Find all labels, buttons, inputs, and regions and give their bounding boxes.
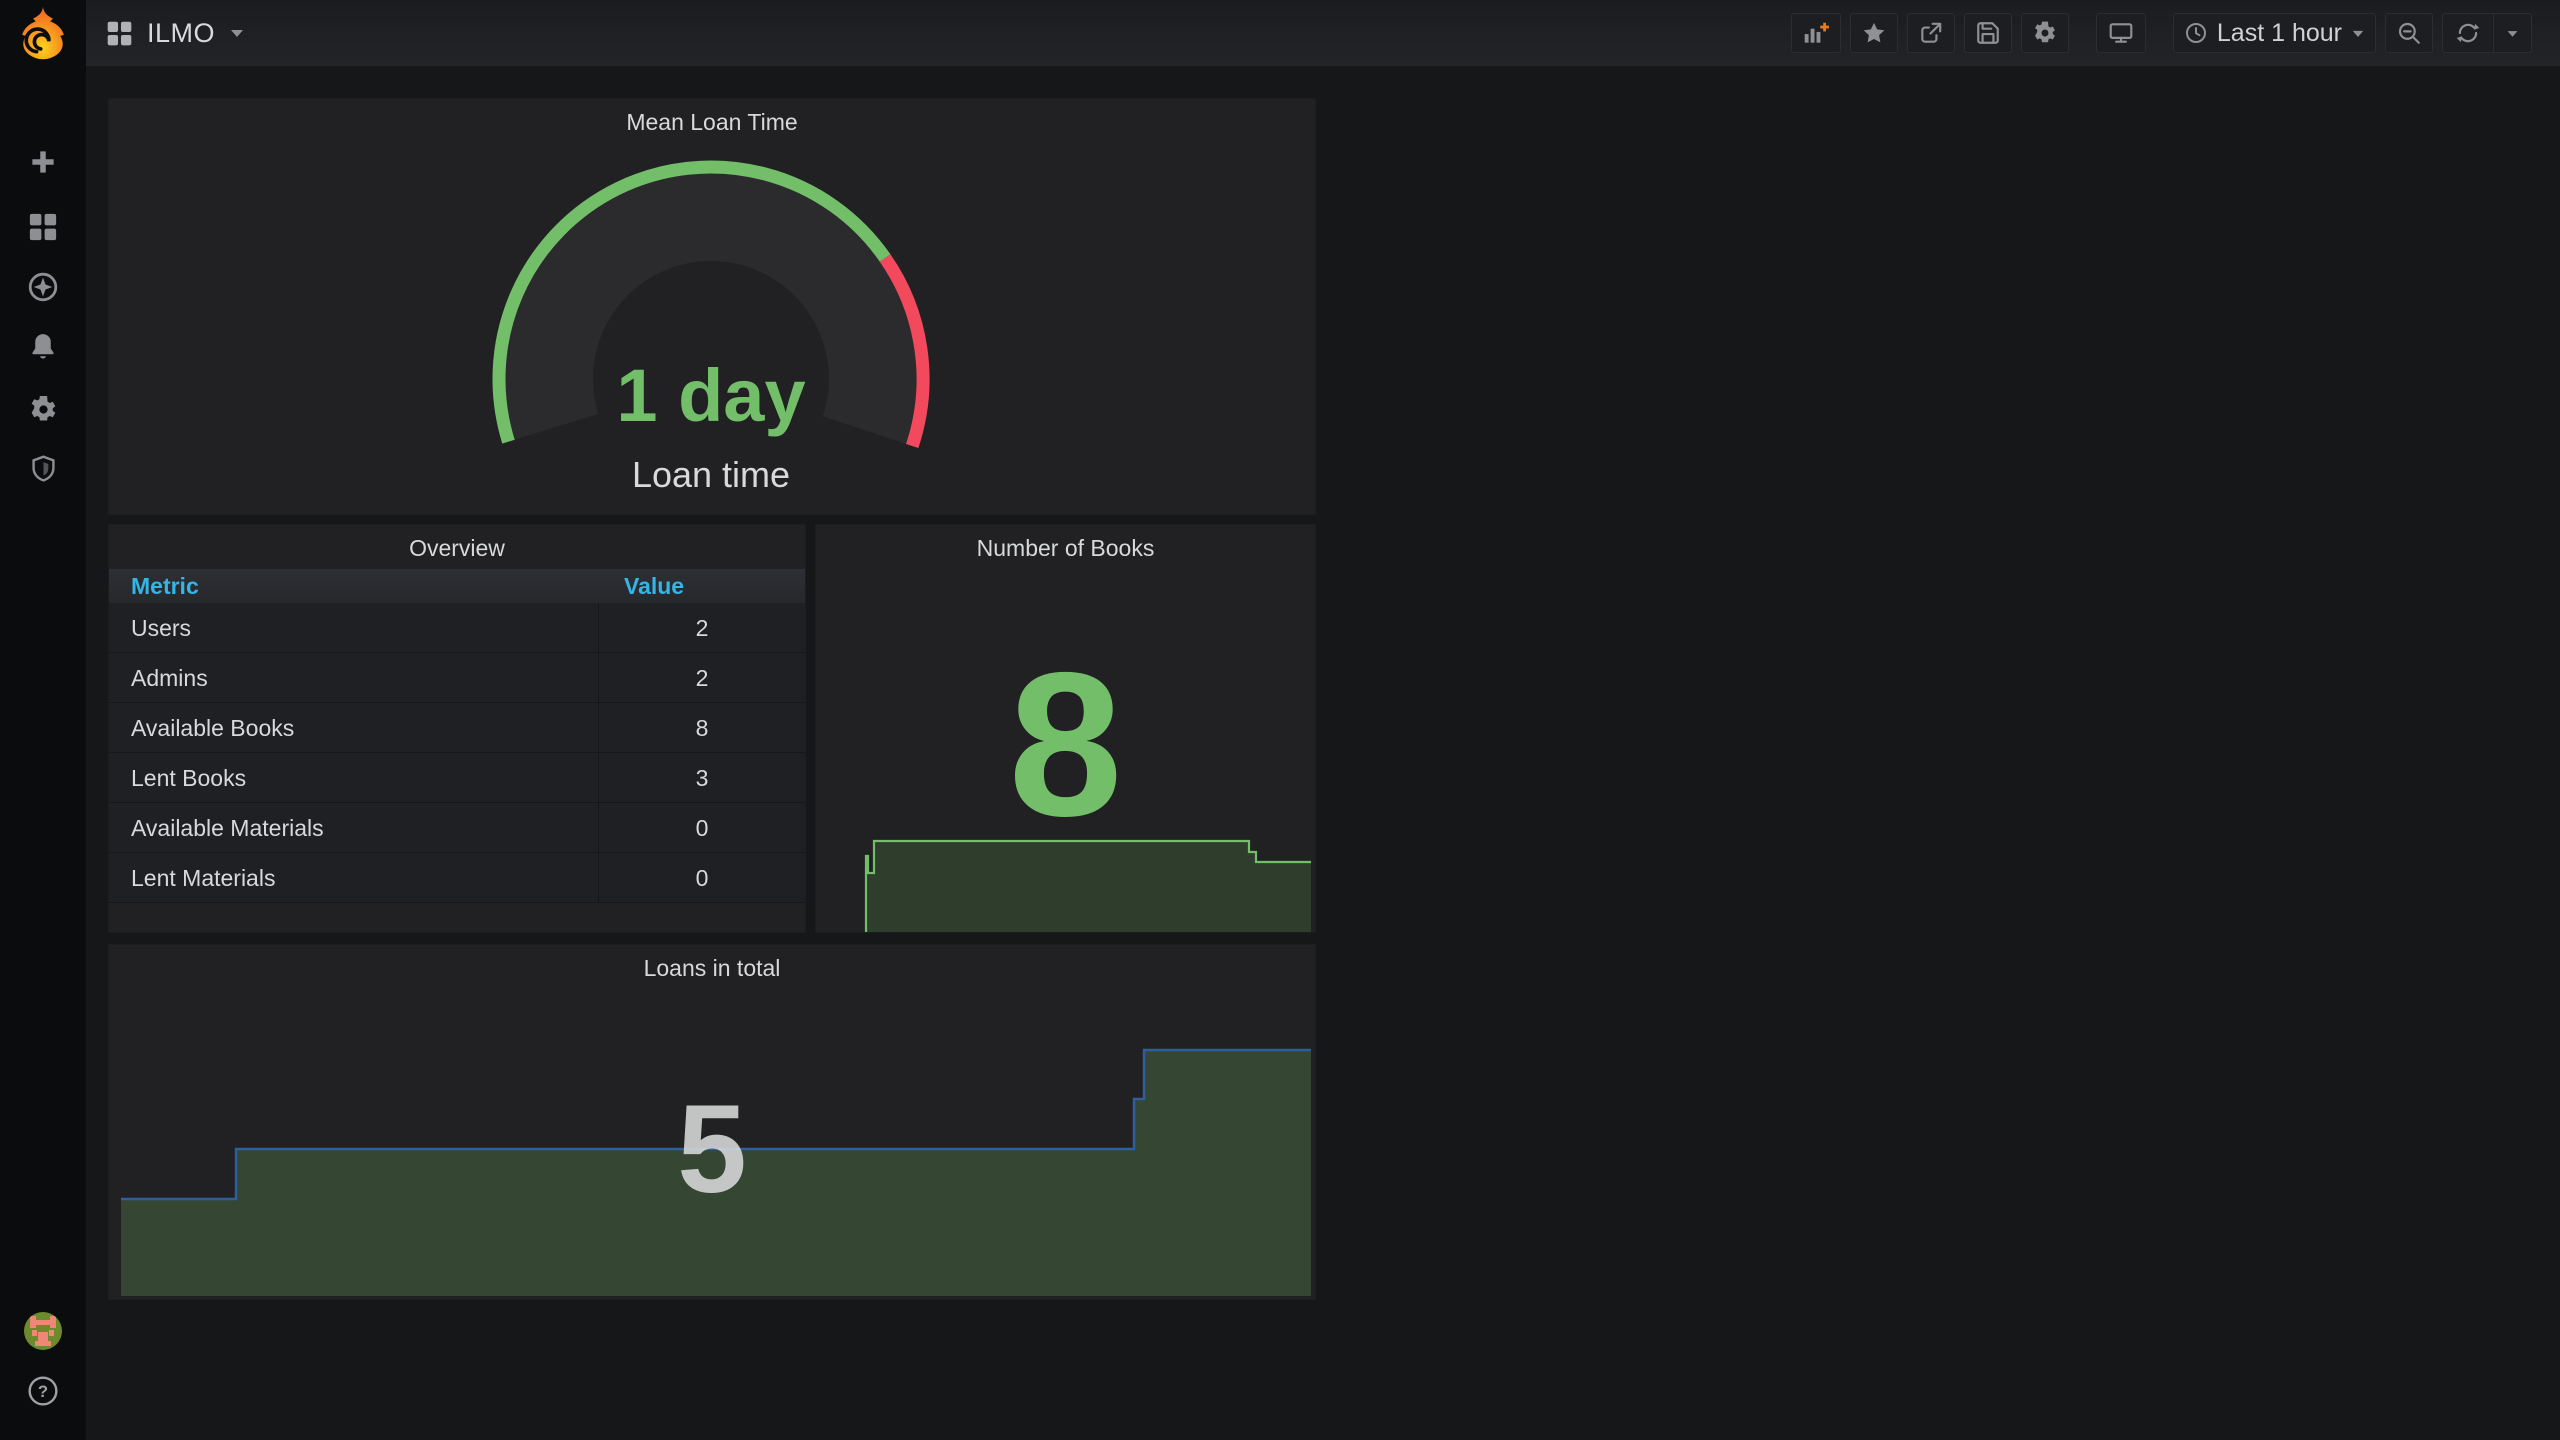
add-panel-icon: [1804, 22, 1829, 43]
svg-text:?: ?: [38, 1382, 48, 1401]
clock-icon: [2185, 23, 2206, 43]
save-icon: [1977, 22, 1999, 44]
chevron-down-icon: [2352, 30, 2364, 37]
column-header-metric[interactable]: Metric: [131, 569, 199, 603]
table-row: Lent Books 3: [109, 753, 805, 803]
sidebar-item-create[interactable]: [0, 147, 86, 177]
stat-value: 8: [1008, 630, 1123, 859]
gauge-label: Loan time: [631, 454, 791, 495]
navbar-toolbar: Last 1 hour: [1790, 13, 2532, 53]
share-icon: [1921, 22, 1942, 43]
compass-icon: [28, 272, 58, 302]
table-row: Users 2: [109, 603, 805, 653]
metric-cell: Lent Books: [131, 765, 247, 791]
table-row: Lent Materials 0: [109, 853, 805, 903]
panel-title[interactable]: Mean Loan Time: [109, 109, 1315, 136]
apps-grid-icon: [29, 213, 57, 241]
sidebar: ?: [0, 0, 86, 1440]
sidebar-item-explore[interactable]: [0, 271, 86, 303]
panel-number-of-books: Number of Books 8: [815, 524, 1316, 933]
column-header-value[interactable]: Value: [624, 569, 684, 603]
navbar: ILMO Last 1 hour: [86, 0, 2560, 66]
table-row: Available Materials 0: [109, 803, 805, 853]
sidebar-item-configuration[interactable]: [0, 393, 86, 425]
user-avatar: [24, 1312, 62, 1350]
sidebar-item-dashboards[interactable]: [0, 212, 86, 242]
chevron-down-icon: [231, 30, 244, 37]
dashboard-breadcrumb[interactable]: ILMO: [106, 0, 245, 66]
refresh-icon: [2456, 23, 2480, 43]
panel-loans-in-total: Loans in total 5: [108, 944, 1316, 1300]
tv-icon: [2109, 23, 2133, 43]
plus-icon: [32, 151, 54, 173]
shield-icon: [31, 455, 55, 482]
apps-grid-icon: [107, 21, 132, 45]
star-dashboard-button[interactable]: [1849, 13, 1898, 53]
panel-title[interactable]: Overview: [109, 535, 805, 562]
metric-cell: Admins: [131, 665, 208, 691]
zoom-out-icon: [2398, 22, 2420, 44]
metric-cell: Available Books: [131, 715, 295, 741]
value-cell: 0: [598, 803, 805, 852]
sidebar-item-alerting[interactable]: [0, 331, 86, 363]
chevron-down-icon: [2507, 30, 2518, 37]
table-row: Available Books 8: [109, 703, 805, 753]
add-panel-button[interactable]: [1790, 13, 1841, 53]
save-dashboard-button[interactable]: [1963, 13, 2012, 53]
dashboard-settings-button[interactable]: [2020, 13, 2069, 53]
value-cell: 3: [598, 753, 805, 802]
metric-cell: Available Materials: [131, 815, 324, 841]
bell-icon: [32, 334, 54, 359]
grafana-logo[interactable]: [0, 4, 86, 64]
value-cell: 8: [598, 703, 805, 752]
refresh-group: [2442, 13, 2532, 53]
star-icon: [1863, 22, 1885, 43]
time-picker-button[interactable]: Last 1 hour: [2172, 13, 2376, 53]
panel-mean-loan-time: Mean Loan Time 1 day Loan time: [108, 98, 1316, 515]
table-header: Metric Value: [109, 569, 805, 603]
value-cell: 0: [598, 853, 805, 902]
stat-value: 5: [677, 1080, 747, 1219]
metric-cell: Users: [131, 615, 192, 641]
help-icon: ?: [28, 1376, 58, 1406]
gear-icon: [31, 395, 55, 420]
share-dashboard-button[interactable]: [1906, 13, 1955, 53]
panel-overview-table: Overview Metric Value Users 2 Admins 2 A…: [108, 524, 806, 933]
dashboard-title[interactable]: ILMO: [147, 18, 215, 49]
table-row: Admins 2: [109, 653, 805, 703]
zoom-out-time-button[interactable]: [2385, 13, 2433, 53]
value-cell: 2: [598, 603, 805, 652]
user-menu[interactable]: [0, 1311, 86, 1351]
grafana-flame-icon: [22, 6, 64, 60]
time-range-label: Last 1 hour: [2216, 18, 2342, 47]
help-button[interactable]: ?: [0, 1375, 86, 1407]
gauge-value: 1 day: [616, 354, 806, 437]
refresh-dashboard-button[interactable]: [2443, 14, 2493, 52]
cycle-view-mode-button[interactable]: [2095, 13, 2146, 53]
grafana-dashboard: ? ILMO Last 1 hour Mean Loan Time 1 day …: [0, 0, 2560, 1440]
gear-icon: [2034, 21, 2055, 43]
metric-cell: Lent Materials: [131, 865, 276, 891]
refresh-interval-dropdown[interactable]: [2493, 14, 2531, 52]
value-cell: 2: [598, 653, 805, 702]
sidebar-item-server-admin[interactable]: [0, 454, 86, 486]
